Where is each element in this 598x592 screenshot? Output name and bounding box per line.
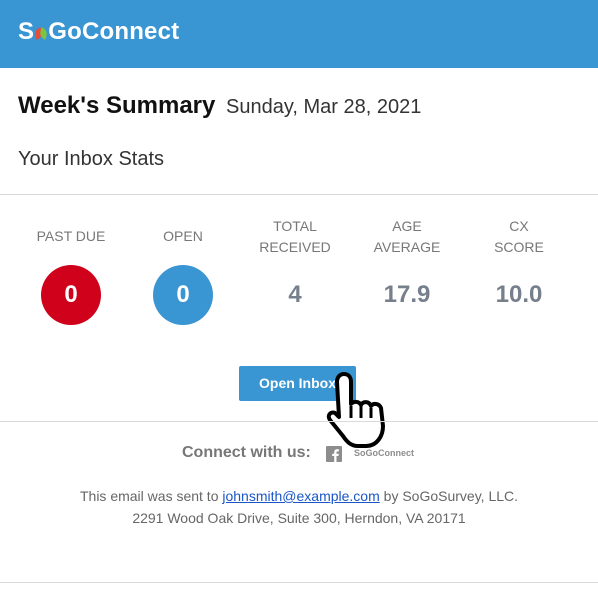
stat-label-age-average: AGE AVERAGE [373, 218, 441, 255]
facebook-icon[interactable] [326, 446, 342, 462]
open-count-badge: 0 [153, 265, 213, 325]
footer-sent-line: This email was sent to johnsmith@example… [79, 488, 519, 504]
sogoconnect-small-logo: SoGoConnect [354, 448, 414, 458]
stat-label-past-due: PAST DUE [36, 228, 106, 244]
page-title: Week's Summary Sunday, Mar 28, 2021 [18, 92, 421, 120]
stat-label-open: OPEN [163, 228, 203, 244]
past-due-count-badge: 0 [41, 265, 101, 325]
hand-cursor-icon [326, 372, 385, 448]
total-received-value: 4 [288, 281, 302, 308]
divider [0, 421, 598, 422]
email-link[interactable]: johnsmith@example.com [222, 488, 379, 504]
cx-score-value: 10.0 [495, 281, 543, 308]
age-average-value: 17.9 [383, 281, 431, 308]
logo-suffix: GoConnect [48, 18, 180, 45]
stat-label-total-received: TOTAL RECEIVED [259, 218, 331, 255]
summary-heading: Week's Summary [18, 92, 216, 119]
divider [0, 582, 598, 583]
logo-prefix: S [18, 18, 35, 45]
connect-with-us-label: Connect with us: [182, 444, 311, 461]
stat-label-cx-score: CX SCORE [494, 218, 544, 255]
sogoconnect-logo: S GoConnect [18, 18, 179, 46]
footer-address: 2291 Wood Oak Drive, Suite 300, Herndon,… [132, 510, 466, 526]
summary-date: Sunday, Mar 28, 2021 [226, 96, 422, 118]
leaf-icon [35, 24, 47, 40]
divider [0, 194, 598, 195]
inbox-stats-subtitle: Your Inbox Stats [18, 148, 165, 170]
header-bar: S GoConnect [0, 0, 598, 68]
